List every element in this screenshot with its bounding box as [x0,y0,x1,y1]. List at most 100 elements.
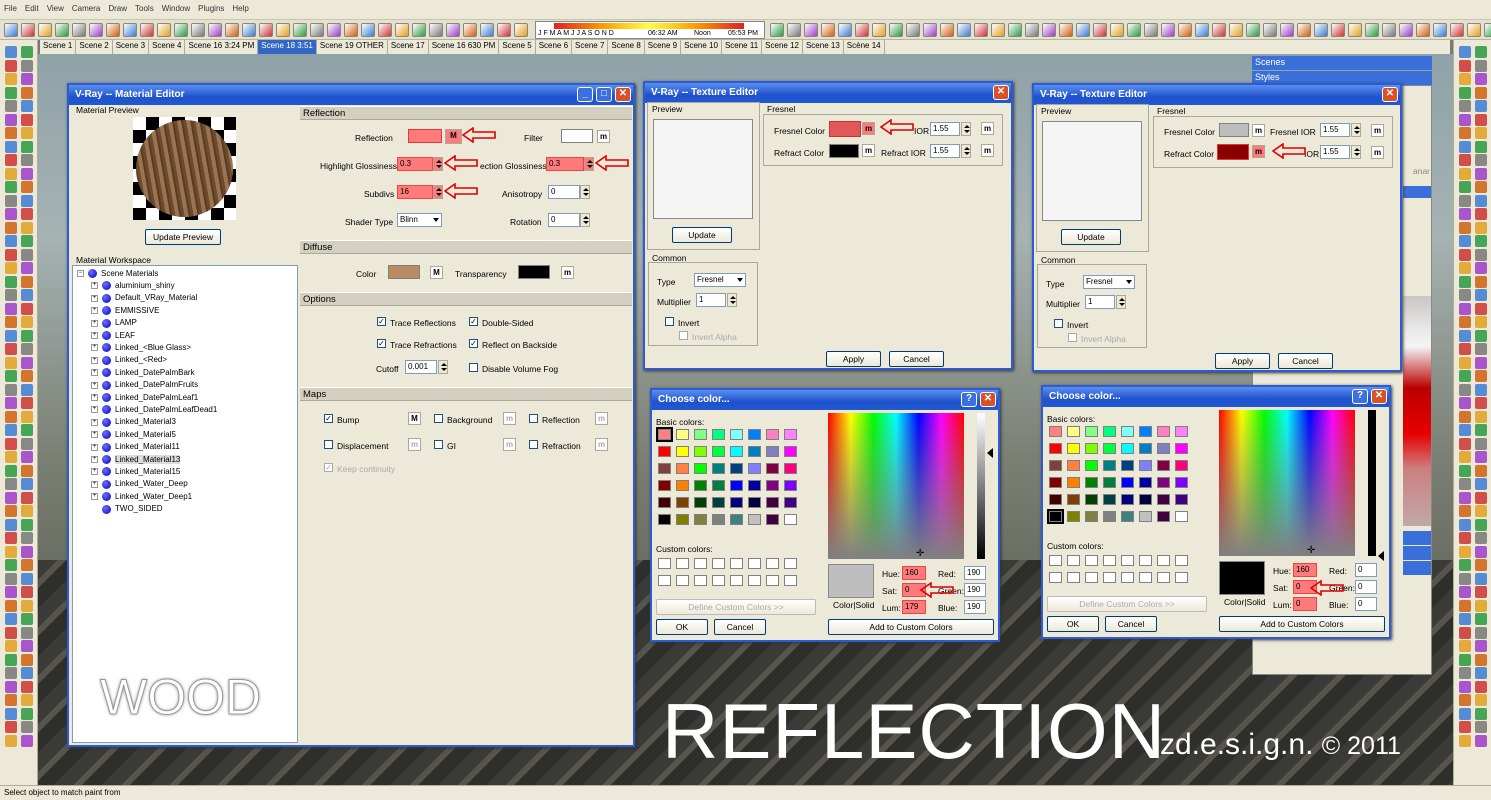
palette-tool-icon[interactable] [21,302,33,315]
basic-color-swatch[interactable] [694,480,707,491]
toolbar-tool-icon[interactable] [225,23,239,37]
palette-tool-icon[interactable] [1459,613,1471,625]
scene-tab[interactable]: Scene 6 [536,40,573,54]
add-to-custom-colors-button[interactable]: Add to Custom Colors [1219,616,1385,632]
toolbar-tool-icon[interactable] [1382,23,1396,37]
help-button[interactable]: ? [961,392,977,407]
basic-color-swatch[interactable] [1139,477,1152,488]
reflection-map-checkbox[interactable] [529,414,538,423]
palette-tool-icon[interactable] [1459,478,1471,490]
rotation-input[interactable]: 0 [548,213,580,227]
palette-tool-icon[interactable] [5,235,17,247]
palette-tool-icon[interactable] [1475,410,1487,423]
basic-color-swatch[interactable] [1175,477,1188,488]
palette-tool-icon[interactable] [5,532,17,544]
palette-tool-icon[interactable] [1475,518,1487,531]
menu-file[interactable]: File [0,0,21,17]
palette-tool-icon[interactable] [1475,491,1487,504]
te2-cancel-button[interactable]: Cancel [1278,353,1333,369]
trace-reflections-checkbox[interactable]: ✓ [377,317,386,326]
te1-update-button[interactable]: Update [672,227,732,243]
custom-color-swatch[interactable] [658,575,671,586]
add-to-custom-colors-button[interactable]: Add to Custom Colors [828,619,994,635]
palette-tool-icon[interactable] [1459,289,1471,301]
toolbar-tool-icon[interactable] [89,23,103,37]
toolbar-tool-icon[interactable] [106,23,120,37]
palette-tool-icon[interactable] [21,370,33,382]
basic-color-swatch[interactable] [676,514,689,525]
te1-refract-ior-spinner[interactable] [961,144,971,158]
tree-material-item[interactable]: + LEAF [91,331,135,340]
basic-color-swatch[interactable] [766,497,779,508]
toolbar-tool-icon[interactable] [838,23,852,37]
palette-tool-icon[interactable] [1459,410,1471,423]
palette-tool-icon[interactable] [21,275,33,288]
menu-plugins[interactable]: Plugins [194,0,228,17]
transparency-color-swatch[interactable] [518,265,550,279]
basic-color-swatch[interactable] [1049,443,1062,454]
scene-tab[interactable]: Scene 7 [572,40,609,54]
scene-tab[interactable]: Scene 11 [722,40,763,54]
define-custom-colors-button[interactable]: Define Custom Colors >> [1047,596,1207,612]
luminance-bar[interactable] [977,413,985,559]
palette-tool-icon[interactable] [1475,208,1487,220]
diffuse-color-swatch[interactable] [388,265,420,279]
scene-tab[interactable]: Scène 14 [844,40,885,54]
custom-color-swatch[interactable] [748,575,761,586]
tree-material-item[interactable]: + Linked_<Blue Glass> [91,343,191,353]
basic-color-swatch[interactable] [1049,494,1062,505]
te1-apply-button[interactable]: Apply [826,351,881,367]
palette-tool-icon[interactable] [1459,559,1471,571]
subdivs-input[interactable]: 16 [397,185,433,199]
displacement-checkbox[interactable] [324,440,333,449]
close-button[interactable]: ✕ [993,85,1009,100]
update-preview-button[interactable]: Update Preview [145,229,221,245]
basic-color-swatch[interactable] [658,514,671,525]
custom-color-swatch[interactable] [1067,572,1080,583]
custom-color-swatch[interactable] [730,558,743,569]
palette-tool-icon[interactable] [21,437,33,450]
tree-material-item[interactable]: + Linked_Material11 [91,442,180,452]
custom-color-swatch[interactable] [1085,555,1098,566]
scene-tab[interactable]: Scene 13 [803,40,844,54]
basic-color-swatch[interactable] [1157,511,1170,522]
custom-color-swatch[interactable] [1121,572,1134,583]
toolbar-tool-icon[interactable] [72,23,86,37]
palette-tool-icon[interactable] [1475,437,1487,450]
palette-tool-icon[interactable] [5,208,17,220]
background-map-button[interactable]: m [503,412,516,425]
palette-tool-icon[interactable] [1459,694,1471,706]
palette-tool-icon[interactable] [21,518,33,531]
toolbar-tool-icon[interactable] [1314,23,1328,37]
custom-color-swatch[interactable] [1157,572,1170,583]
palette-tool-icon[interactable] [1459,599,1471,612]
basic-color-swatch[interactable] [766,514,779,525]
palette-tool-icon[interactable] [21,46,33,58]
background-checkbox[interactable] [434,414,443,423]
palette-tool-icon[interactable] [1475,356,1487,369]
basic-color-swatch[interactable] [1085,426,1098,437]
toolbar-tool-icon[interactable] [378,23,392,37]
palette-tool-icon[interactable] [1459,208,1471,220]
palette-tool-icon[interactable] [1475,734,1487,747]
toolbar-tool-icon[interactable] [446,23,460,37]
expand-icon[interactable]: + [91,356,98,364]
disable-volume-fog-checkbox[interactable] [469,363,478,372]
toolbar-tool-icon[interactable] [1110,23,1124,37]
palette-tool-icon[interactable] [5,46,17,58]
basic-color-swatch[interactable] [656,427,673,442]
highlight-glossiness-spinner[interactable] [433,157,443,171]
options-section-header[interactable]: Options [300,292,632,306]
te1-refract-ior-map-button[interactable]: m [981,144,994,157]
basic-color-swatch[interactable] [1085,443,1098,454]
close-button[interactable]: ✕ [980,392,996,407]
diffuse-map-button[interactable]: M [430,266,443,279]
palette-tool-icon[interactable] [1475,599,1487,612]
blue-input[interactable]: 190 [964,600,986,614]
palette-tool-icon[interactable] [21,626,33,639]
palette-tool-icon[interactable] [5,653,17,666]
palette-tool-icon[interactable] [5,505,17,517]
reflection-glossiness-input[interactable]: 0.3 [546,157,584,171]
palette-tool-icon[interactable] [5,154,17,166]
palette-tool-icon[interactable] [1475,721,1487,733]
